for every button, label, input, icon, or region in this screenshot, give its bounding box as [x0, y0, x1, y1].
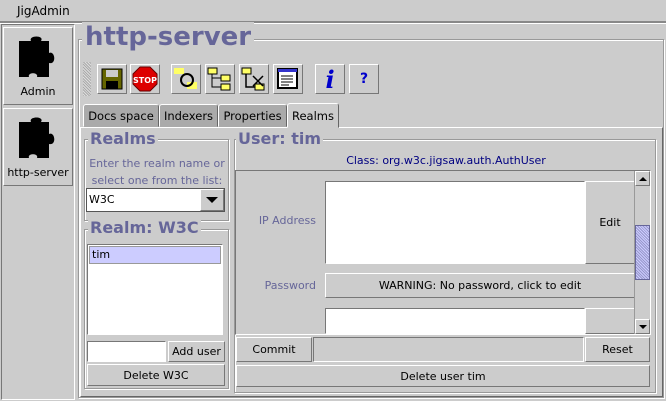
ip-address-label: IP Address	[258, 214, 316, 227]
document-icon	[277, 68, 298, 89]
add-user-button[interactable]: Add user	[168, 341, 225, 362]
help-icon: ?	[359, 71, 369, 87]
toolbar-grip[interactable]	[83, 62, 91, 96]
save-icon	[101, 68, 123, 90]
scroll-up-button[interactable]	[635, 171, 650, 186]
realm-combobox-value: W3C	[89, 193, 115, 206]
reset-button[interactable]: Reset	[585, 337, 650, 362]
info-button[interactable]: i	[315, 64, 345, 94]
refresh-folders-icon	[174, 68, 197, 89]
app-title: JigAdmin	[17, 4, 70, 18]
tab-label: Indexers	[163, 108, 214, 123]
tab-realms[interactable]: Realms	[287, 103, 339, 128]
delete-folder-button[interactable]	[239, 64, 269, 94]
commit-button[interactable]: Commit	[236, 337, 312, 362]
svg-text:STOP: STOP	[133, 76, 157, 85]
puzzle-icon	[19, 36, 55, 77]
tab-label: Realms	[292, 108, 334, 123]
page-title: http-server	[82, 22, 255, 52]
ip-address-textarea[interactable]	[325, 181, 585, 264]
realms-title: Realms	[88, 129, 158, 148]
tab-docs-space[interactable]: Docs space	[83, 104, 159, 127]
scroll-thumb[interactable]	[635, 225, 650, 280]
document-button[interactable]	[273, 64, 303, 94]
realm-title: Realm: W3C	[88, 218, 201, 237]
realms-instructions: select one from the list:	[91, 174, 223, 187]
attribute-field[interactable]	[325, 308, 585, 334]
scroll-down-button[interactable]	[635, 319, 650, 334]
realms-instructions: Enter the realm name or	[89, 157, 225, 170]
tab-properties[interactable]: Properties	[218, 104, 287, 127]
info-icon: i	[325, 64, 335, 94]
folder-tree-icon	[207, 67, 231, 91]
user-list[interactable]: tim	[87, 244, 223, 335]
tab-indexers[interactable]: Indexers	[159, 104, 218, 127]
class-label: Class: org.w3c.jigsaw.auth.AuthUser	[346, 154, 546, 167]
puzzle-icon	[19, 117, 55, 158]
vertical-scrollbar[interactable]	[634, 171, 650, 334]
sidebar-item-label: Admin	[20, 84, 56, 98]
delete-realm-button[interactable]: Delete W3C	[87, 364, 225, 386]
delete-user-button[interactable]: Delete user tim	[236, 365, 650, 387]
sidebar-item-admin[interactable]: Admin	[3, 27, 73, 105]
save-button[interactable]	[97, 64, 127, 94]
list-item[interactable]: tim	[89, 246, 221, 264]
refresh-folders-button[interactable]	[171, 64, 201, 94]
tab-label: Properties	[223, 108, 282, 123]
sidebar-item-http-server[interactable]: http-server	[3, 108, 73, 186]
password-button[interactable]: WARNING: No password, click to edit	[325, 273, 635, 298]
edit-button[interactable]: Edit	[585, 181, 635, 264]
stop-icon: STOP	[132, 66, 158, 92]
new-user-input[interactable]	[87, 341, 166, 362]
folder-tree-button[interactable]	[205, 64, 235, 94]
chevron-down-icon[interactable]	[200, 189, 224, 211]
realm-combobox[interactable]: W3C	[86, 188, 225, 212]
user-title: User: tim	[236, 129, 324, 148]
status-field	[313, 337, 584, 362]
stop-button[interactable]: STOP	[130, 64, 160, 94]
password-label: Password	[264, 279, 316, 292]
help-button[interactable]: ?	[349, 64, 379, 94]
sidebar-item-label: http-server	[7, 165, 69, 179]
tab-label: Docs space	[88, 108, 154, 123]
delete-folder-icon	[241, 67, 265, 91]
attribute-button[interactable]	[585, 308, 635, 334]
